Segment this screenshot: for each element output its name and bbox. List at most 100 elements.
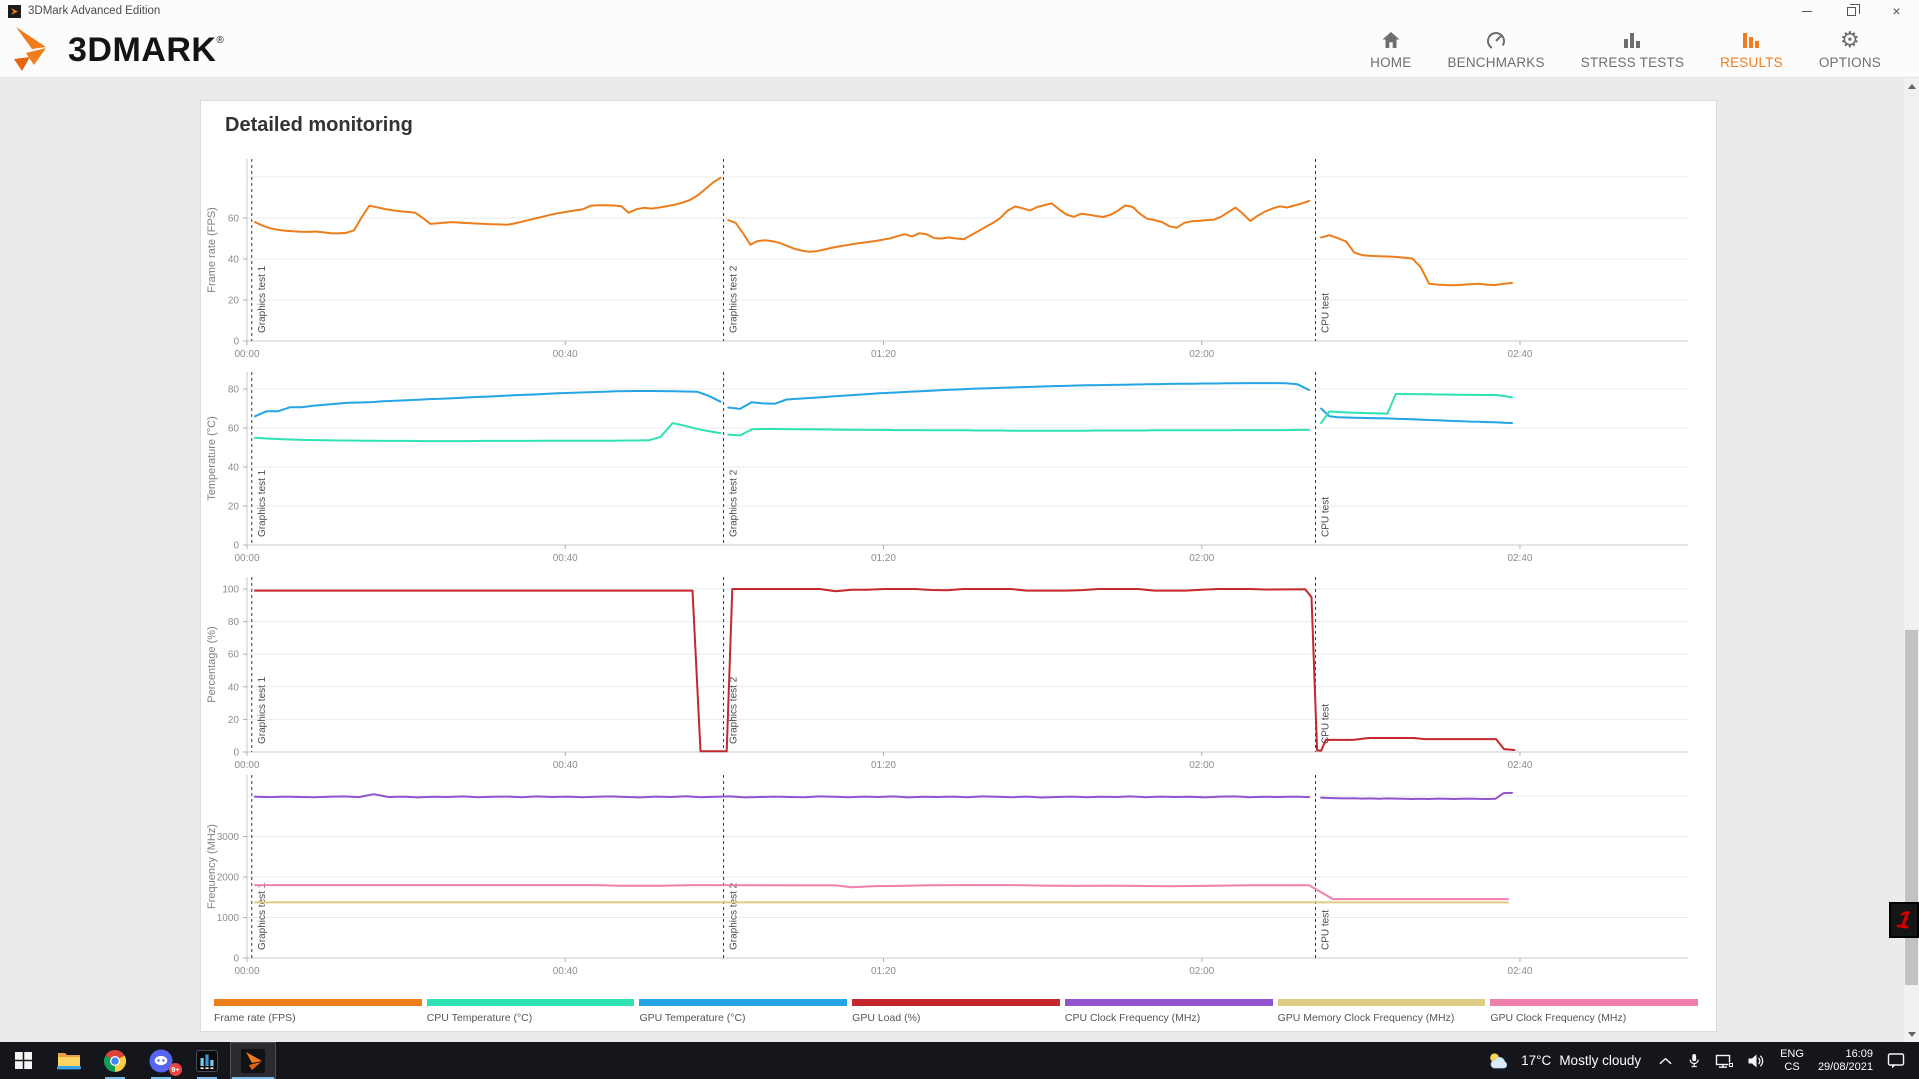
x-tick-label: 02:00 — [1189, 760, 1214, 771]
y-tick-label: 20 — [228, 296, 240, 307]
nav-label: BENCHMARKS — [1447, 55, 1544, 70]
test-boundary-label: CPU test — [1320, 497, 1331, 537]
microphone-icon[interactable] — [1680, 1052, 1708, 1069]
discord-button[interactable]: 9+ — [138, 1042, 184, 1079]
network-icon[interactable] — [1708, 1053, 1740, 1069]
sysinfo-app-icon — [195, 1049, 219, 1073]
nav-label: OPTIONS — [1819, 55, 1881, 70]
action-center-icon[interactable] — [1880, 1052, 1919, 1069]
sysinfo-app-button[interactable] — [184, 1042, 230, 1079]
y-tick-label: 0 — [233, 541, 239, 552]
monitoring-charts: 0 20 40 60 00:00 00:40 01:20 02:00 02:40 Frame ra… — [201, 101, 1718, 1033]
x-tick-label: 00:40 — [553, 760, 578, 771]
y-tick-label: 100 — [222, 585, 239, 596]
legend-item: CPU Clock Frequency (MHz) — [1065, 999, 1273, 1024]
test-boundary-label: Graphics test 2 — [729, 882, 740, 950]
weather-desc: Mostly cloudy — [1559, 1053, 1641, 1068]
series-gpu-temperature-c- — [1321, 409, 1512, 424]
windows-logo-icon — [15, 1052, 32, 1069]
x-tick-label: 00:00 — [234, 760, 259, 771]
nav-item-stress-tests[interactable]: STRESS TESTS — [1581, 26, 1684, 70]
language-secondary: CS — [1780, 1061, 1804, 1074]
series-frame-rate-fps- — [1321, 235, 1512, 285]
x-tick-label: 00:40 — [553, 349, 578, 360]
x-tick-label: 02:40 — [1507, 966, 1532, 977]
test-boundary-label: CPU test — [1320, 293, 1331, 333]
test-boundary-label: CPU test — [1320, 910, 1331, 950]
language-primary: ENG — [1780, 1048, 1804, 1061]
x-tick-label: 02:40 — [1507, 553, 1532, 564]
legend-item: GPU Load (%) — [852, 999, 1060, 1024]
detailed-monitoring-card: Detailed monitoring 020406000:0000:4001:… — [200, 100, 1717, 1032]
series-frame-rate-fps- — [728, 201, 1309, 252]
series-gpu-temperature-c- — [255, 391, 720, 416]
series-frame-rate-fps- — [255, 178, 720, 234]
legend-item: Frame rate (FPS) — [214, 999, 422, 1024]
y-tick-label: 0 — [233, 954, 239, 965]
legend-label: GPU Load (%) — [852, 1012, 1060, 1024]
minimize-button[interactable] — [1784, 0, 1829, 22]
close-button[interactable]: × — [1874, 0, 1919, 22]
scrollbar-up-arrow[interactable] — [1904, 78, 1919, 94]
nav-item-results[interactable]: RESULTS — [1720, 26, 1783, 70]
vertical-scrollbar[interactable] — [1904, 78, 1919, 1042]
legend-color-bar — [427, 999, 635, 1006]
stress-tests-bars-icon — [1620, 26, 1644, 52]
y-tick-label: 40 — [228, 682, 240, 693]
test-boundary-label: Graphics test 1 — [257, 882, 268, 950]
clock[interactable]: 16:09 29/08/2021 — [1811, 1048, 1880, 1074]
tray-chevron-icon[interactable] — [1651, 1055, 1680, 1067]
nav-item-options[interactable]: ⚙ OPTIONS — [1819, 26, 1881, 70]
file-explorer-button[interactable] — [46, 1042, 92, 1079]
clock-time: 16:09 — [1818, 1048, 1873, 1061]
3dmark-app-button[interactable] — [230, 1042, 276, 1079]
legend-color-bar — [1065, 999, 1273, 1006]
legend-color-bar — [1490, 999, 1698, 1006]
clock-date: 29/08/2021 — [1818, 1061, 1873, 1074]
y-tick-label: 0 — [233, 748, 239, 759]
series-cpu-temperature-c- — [255, 423, 720, 441]
legend-label: GPU Temperature (°C) — [639, 1012, 847, 1024]
main-nav: HOME BENCHMARKS STRESS TESTS RESULTS ⚙ O… — [1370, 26, 1881, 70]
y-tick-label: 20 — [228, 715, 240, 726]
maximize-button[interactable] — [1829, 0, 1874, 22]
weather-temp: 17°C — [1521, 1053, 1551, 1068]
content-area: Detailed monitoring 020406000:0000:4001:… — [0, 78, 1919, 1042]
legend-item: GPU Clock Frequency (MHz) — [1490, 999, 1698, 1024]
file-explorer-icon — [57, 1051, 81, 1071]
language-indicator[interactable]: ENG CS — [1773, 1048, 1811, 1074]
legend-label: CPU Clock Frequency (MHz) — [1065, 1012, 1273, 1024]
nav-item-home[interactable]: HOME — [1370, 26, 1411, 70]
y-tick-label: 2000 — [217, 873, 240, 884]
y-tick-label: 80 — [228, 617, 240, 628]
y-tick-label: 60 — [228, 424, 240, 435]
title-bar: 3DMark Advanced Edition × — [0, 0, 1919, 22]
y-tick-label: 40 — [228, 463, 240, 474]
nav-item-benchmarks[interactable]: BENCHMARKS — [1447, 26, 1544, 70]
y-tick-label: 3000 — [217, 832, 240, 843]
chrome-button[interactable] — [92, 1042, 138, 1079]
nav-label: STRESS TESTS — [1581, 55, 1684, 70]
scrollbar-down-arrow[interactable] — [1904, 1026, 1919, 1042]
legend-label: GPU Memory Clock Frequency (MHz) — [1278, 1012, 1486, 1024]
results-bars-icon — [1739, 26, 1763, 52]
taskbar: 9+ 17°C Mostly cloudy — [0, 1042, 1919, 1079]
legend-color-bar — [852, 999, 1060, 1006]
app-header: 3DMARK® HOME BENCHMARKS STRESS TESTS RES… — [0, 22, 1919, 78]
test-boundary-label: Graphics test 2 — [729, 265, 740, 333]
test-boundary-label: Graphics test 1 — [257, 265, 268, 333]
overlay-badge-1: 1 — [1889, 902, 1919, 938]
x-tick-label: 01:20 — [871, 760, 896, 771]
x-tick-label: 00:00 — [234, 966, 259, 977]
legend-color-bar — [214, 999, 422, 1006]
gear-icon: ⚙ — [1840, 26, 1860, 52]
legend-item: CPU Temperature (°C) — [427, 999, 635, 1024]
x-tick-label: 02:00 — [1189, 553, 1214, 564]
y-axis-title: Percentage (%) — [206, 626, 218, 702]
speaker-icon[interactable] — [1740, 1053, 1773, 1069]
y-tick-label: 1000 — [217, 913, 240, 924]
weather-widget[interactable]: 17°C Mostly cloudy — [1477, 1051, 1651, 1071]
start-button[interactable] — [0, 1042, 46, 1079]
y-tick-label: 20 — [228, 502, 240, 513]
x-tick-label: 01:20 — [871, 553, 896, 564]
